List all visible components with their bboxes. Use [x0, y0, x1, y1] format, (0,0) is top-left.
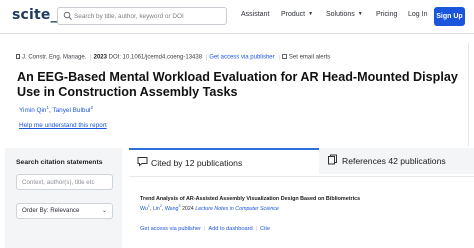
filter-heading: Search citation statements: [16, 159, 103, 166]
author-link[interactable]: Wu: [140, 206, 148, 212]
citing-publication-year: 2024: [181, 205, 194, 212]
paper-meta-row: J. Constr. Eng. Manage. | 2023 DOI: 10.10…: [16, 54, 330, 61]
nav-solutions[interactable]: Solutions ▼: [326, 11, 363, 18]
nav-product-label: Product: [281, 11, 306, 18]
divider: |: [278, 54, 280, 61]
doi[interactable]: DOI: 10.1061/jcemd4.coeng-13438: [109, 55, 202, 61]
tab-cited-by-label: Cited by 12 publications: [151, 158, 243, 168]
citing-publication-venue[interactable]: Lecture Notes in Computer Science: [195, 206, 279, 212]
author-link[interactable]: Yimin Qin: [19, 107, 46, 114]
nav-assistant[interactable]: Assistant: [241, 11, 269, 18]
citation-search-box[interactable]: [16, 174, 113, 190]
divider: |: [90, 54, 92, 61]
login-link[interactable]: Log In: [408, 11, 427, 18]
document-icon: [16, 54, 20, 59]
document-stack-icon: [328, 154, 337, 165]
citing-publication-authors: Wu1, Lin2, Wang3 2024 Lecture Notes in C…: [140, 204, 279, 212]
journal-name: J. Constr. Eng. Manage.: [22, 54, 87, 61]
tab-references-label: References 42 publications: [342, 156, 446, 166]
author-link[interactable]: Wang: [165, 206, 179, 212]
author-link[interactable]: Lin: [153, 206, 160, 212]
quote-bubble-icon: [137, 157, 148, 167]
add-to-dashboard-link[interactable]: Add to dashboard: [208, 226, 252, 232]
top-navigation-bar: scite_ Assistant Product▼ Solutions▼ Pri…: [0, 0, 474, 34]
author-link[interactable]: Tanyel Bulbul: [52, 107, 90, 114]
email-alerts-checkbox[interactable]: [281, 54, 287, 59]
search-input[interactable]: [74, 9, 224, 23]
citing-publication-actions: Get access via publisher | Add to dashboar…: [140, 226, 270, 232]
tab-cited-by[interactable]: Cited by 12 publications: [129, 148, 319, 174]
citing-publication-card: [129, 176, 474, 248]
paper-title: An EEG-Based Mental Workload Evaluation …: [17, 70, 458, 99]
email-alerts-label[interactable]: Set email alerts: [289, 55, 330, 61]
author-affiliation: 2: [90, 105, 93, 110]
divider: |: [205, 54, 208, 61]
chevron-down-icon: ▼: [308, 11, 314, 17]
nav-solutions-label: Solutions: [326, 11, 355, 18]
nav-pricing[interactable]: Pricing: [376, 11, 397, 18]
cite-link[interactable]: Cite: [260, 226, 270, 232]
search-icon: [63, 11, 72, 20]
nav-product[interactable]: Product ▼: [281, 11, 313, 18]
chevron-down-icon: ▼: [357, 11, 363, 17]
citing-publication-title[interactable]: Trend Analysis of AR-Assisted Assembly V…: [140, 196, 360, 202]
author-list: Yimin Qin1, Tanyel Bulbul2: [19, 105, 93, 115]
get-access-link[interactable]: Get access via publisher: [140, 226, 201, 232]
help-understand-report-link[interactable]: Help me understand this report: [19, 122, 107, 129]
publication-year: 2023: [93, 54, 107, 61]
tab-references[interactable]: References 42 publications: [321, 148, 474, 174]
citation-search-input[interactable]: [22, 176, 110, 188]
search-box[interactable]: [57, 7, 227, 25]
order-by-select[interactable]: Order By: Relevance ⌄: [16, 203, 113, 219]
signup-button[interactable]: Sign Up: [434, 7, 465, 26]
order-by-value: Order By: Relevance: [22, 207, 80, 214]
get-access-link[interactable]: Get access via publisher: [209, 55, 274, 61]
scite-logo[interactable]: scite_: [12, 7, 58, 23]
chevron-down-icon: ⌄: [101, 208, 107, 214]
